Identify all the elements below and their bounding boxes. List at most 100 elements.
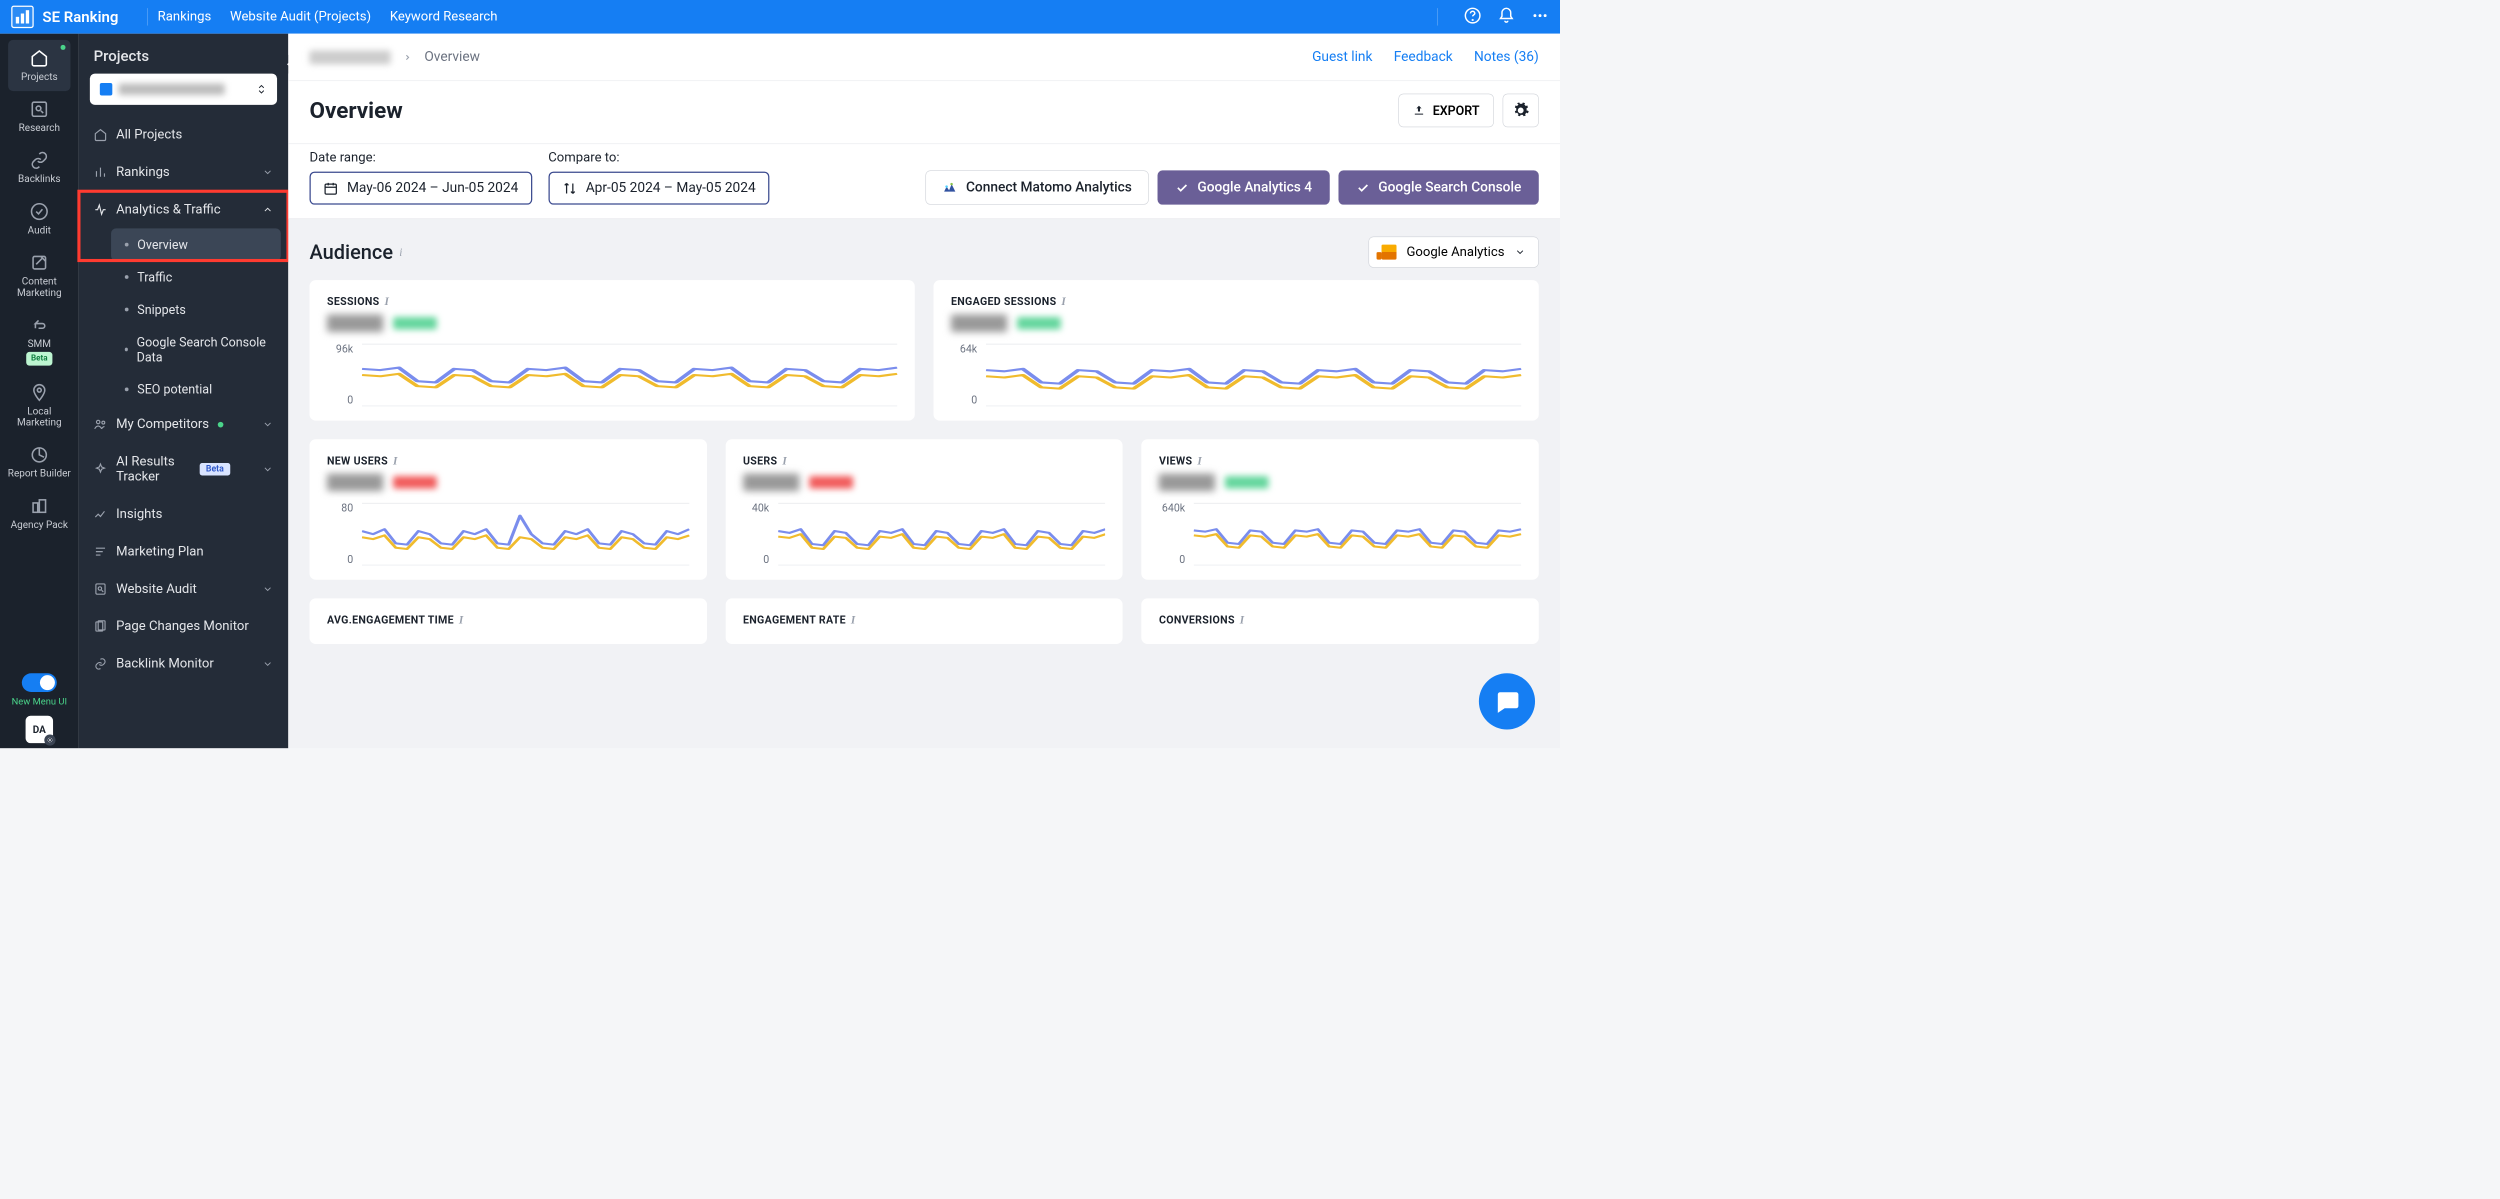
bell-icon[interactable] [1498,7,1515,27]
sidebar: Projects All Projects Rankings Analytics… [79,34,289,748]
info-icon[interactable]: i [851,613,856,626]
rail-nav: Projects Research Backlinks Audit Conten… [0,34,79,748]
connect-matomo-button[interactable]: Connect Matomo Analytics [925,170,1148,204]
info-icon[interactable]: i [399,246,402,259]
rail-backlinks[interactable]: Backlinks [0,142,79,193]
chevron-up-icon [262,204,273,215]
info-icon[interactable]: i [384,295,389,308]
topbar: SE Ranking Rankings Website Audit (Proje… [0,0,1560,34]
logo-icon[interactable] [11,6,33,28]
info-icon[interactable]: i [1061,295,1066,308]
gear-icon [1512,102,1529,119]
info-icon[interactable]: i [393,454,398,467]
rail-research[interactable]: Research [0,91,79,142]
rail-label: Agency Pack [11,519,68,530]
sidebar-ai-results[interactable]: AI Results Tracker Beta [79,443,289,495]
chevron-down-icon [262,583,273,594]
ga4-button[interactable]: Google Analytics 4 [1157,170,1329,204]
sidebar-all-projects[interactable]: All Projects [79,116,289,153]
gear-icon [44,734,55,745]
dot-indicator [218,422,224,428]
compare-range-button[interactable]: Apr-05 2024 – May-05 2024 [548,172,769,205]
settings-button[interactable] [1503,94,1539,128]
sparkle-icon [94,462,108,476]
feedback-link[interactable]: Feedback [1394,49,1453,65]
info-icon[interactable]: i [1240,613,1245,626]
sidebar-sub-overview[interactable]: Overview [111,228,281,260]
sidebar-sub-seo-potential[interactable]: SEO potential [111,373,281,405]
notes-link[interactable]: Notes (36) [1474,49,1539,65]
sidebar-rankings[interactable]: Rankings [79,154,289,191]
metric-value [327,474,383,491]
chevron-updown-icon [256,84,267,95]
rail-audit[interactable]: Audit [0,193,79,244]
sidebar-marketing-plan[interactable]: Marketing Plan [79,533,289,570]
info-icon[interactable]: i [1197,454,1202,467]
page-title: Overview [310,97,403,123]
analytics-source-select[interactable]: Google Analytics [1368,236,1538,267]
activity-icon [94,203,108,217]
metric-change [1225,476,1269,488]
section-title-audience: Audience i [310,240,403,264]
metric-change [809,476,853,488]
more-icon[interactable] [1531,7,1548,27]
sidebar-analytics-traffic[interactable]: Analytics & Traffic [79,191,289,228]
card-avg-engagement-time: AVG.ENGAGEMENT TIMEi [310,598,707,644]
metric-change [393,317,437,329]
breadcrumb: Overview Guest link Feedback Notes (36) [288,34,1560,81]
card-sessions: SESSIONSi 96k0 [310,280,915,420]
beta-badge: Beta [26,352,53,366]
guest-link[interactable]: Guest link [1312,49,1372,65]
card-new-users: NEW USERSi 800 [310,439,707,579]
metric-value [1159,474,1215,491]
sidebar-sub-traffic[interactable]: Traffic [111,261,281,293]
sidebar-item-label: All Projects [116,127,182,142]
topnav-rankings[interactable]: Rankings [158,9,212,24]
rail-projects[interactable]: Projects [8,40,70,91]
rail-content-marketing[interactable]: Content Marketing [0,245,79,307]
views-chart: 640k0 [1159,500,1521,569]
title-bar: Overview EXPORT [288,81,1560,144]
bars-icon [94,165,108,179]
help-icon[interactable] [1464,7,1481,27]
sidebar-item-label: Marketing Plan [116,544,204,559]
export-button[interactable]: EXPORT [1398,94,1493,128]
rail-label: Content Marketing [4,276,75,298]
chevron-down-icon [262,464,273,475]
google-analytics-icon [1381,245,1396,260]
info-icon[interactable]: i [782,454,787,467]
date-range-button[interactable]: May-06 2024 – Jun-05 2024 [310,172,533,205]
sidebar-backlink-monitor[interactable]: Backlink Monitor [79,645,289,682]
sidebar-my-competitors[interactable]: My Competitors [79,406,289,443]
chat-fab[interactable] [1479,673,1535,729]
brand-name: SE Ranking [42,8,118,25]
sidebar-insights[interactable]: Insights [79,495,289,532]
da-badge[interactable]: DA [26,716,53,743]
info-icon[interactable]: i [459,613,464,626]
compare-label: Compare to: [548,150,769,165]
sidebar-sub-snippets[interactable]: Snippets [111,293,281,325]
topnav-keyword-research[interactable]: Keyword Research [390,9,498,24]
sidebar-website-audit[interactable]: Website Audit [79,570,289,607]
rail-smm[interactable]: SMM Beta [0,307,79,374]
card-engagement-rate: ENGAGEMENT RATEi [726,598,1123,644]
breadcrumb-project[interactable] [310,50,391,64]
project-selector[interactable] [90,74,277,105]
list-icon [94,545,108,559]
card-users: USERSi 40k0 [726,439,1123,579]
new-menu-toggle[interactable] [22,673,57,692]
rail-report-builder[interactable]: Report Builder [0,437,79,488]
sidebar-title: Projects [79,34,289,74]
check-icon [1356,181,1370,195]
sidebar-item-label: Insights [116,507,162,522]
sidebar-sub-gsc[interactable]: Google Search Console Data [111,326,281,373]
metric-value [327,314,383,331]
pages-icon [94,620,108,634]
rail-agency-pack[interactable]: Agency Pack [0,488,79,539]
topnav-website-audit[interactable]: Website Audit (Projects) [230,9,371,24]
sidebar-page-changes[interactable]: Page Changes Monitor [79,608,289,645]
rail-local-marketing[interactable]: Local Marketing [0,374,79,436]
gsc-button[interactable]: Google Search Console [1338,170,1538,204]
calendar-icon [323,181,338,196]
filter-bar: Date range: May-06 2024 – Jun-05 2024 Co… [288,144,1560,219]
